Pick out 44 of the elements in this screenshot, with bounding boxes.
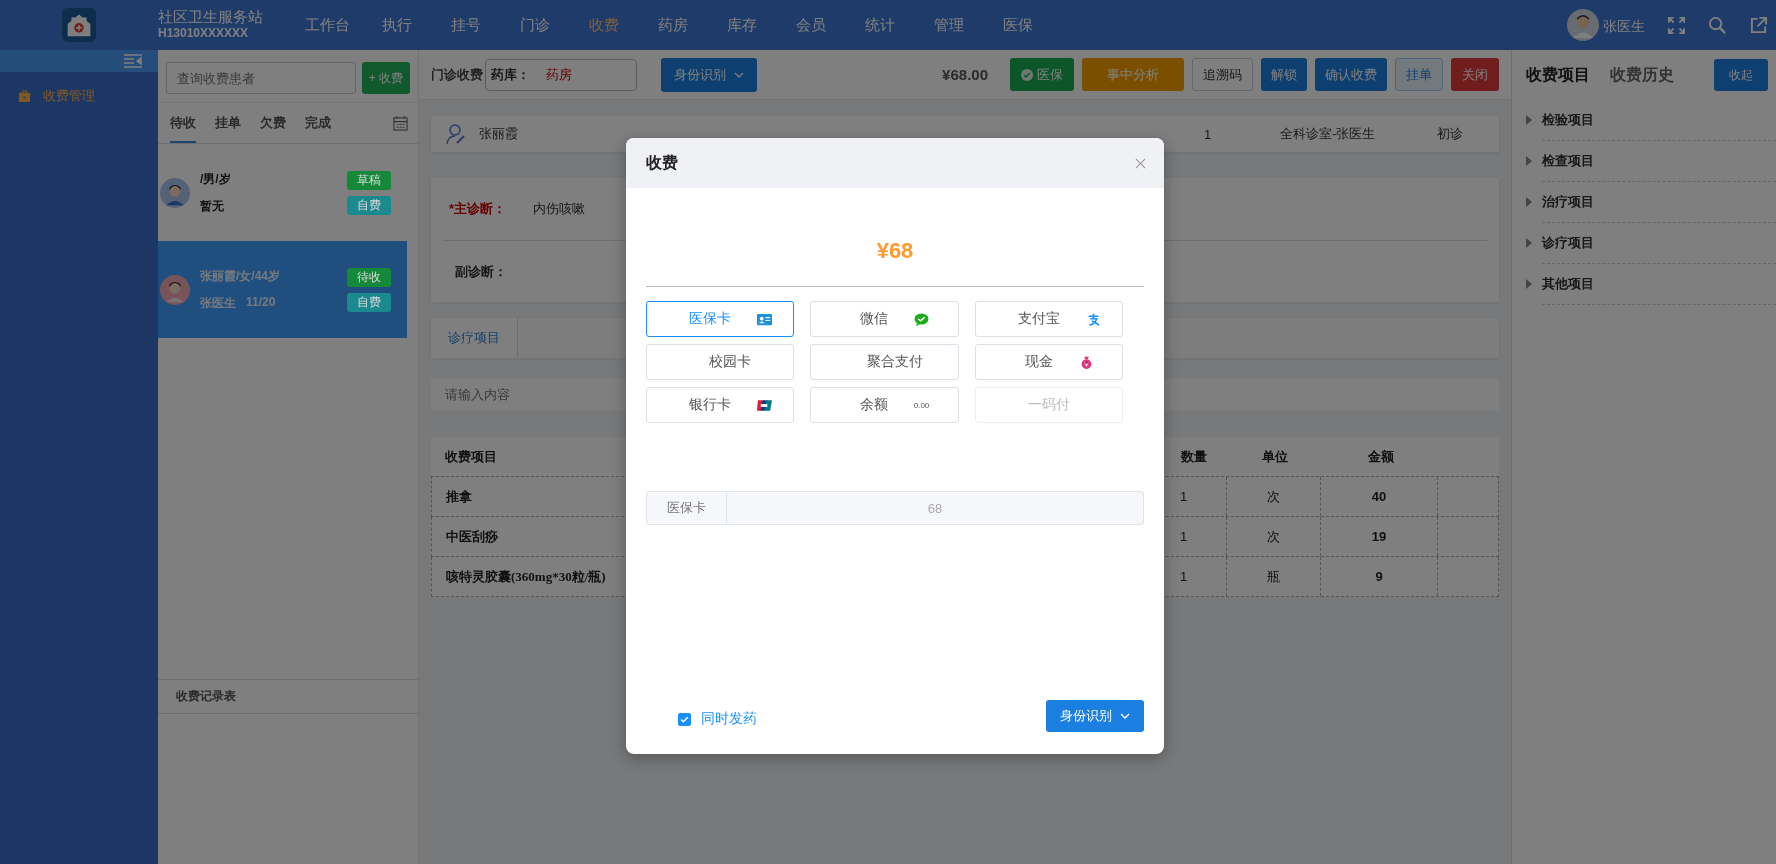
sidebar-item-label: 收费管理 [43, 87, 95, 105]
category-label: 诊疗项目 [1542, 234, 1594, 252]
category-label: 检查项目 [1542, 152, 1594, 170]
charge-amount: ¥68 [876, 238, 914, 264]
payment-amount-value: 68 [926, 499, 944, 518]
checkbox-label: 同时发药 [701, 710, 757, 728]
main-diagnosis-value: 内伤咳嗽 [533, 200, 585, 218]
column-header: 金额 [1366, 447, 1395, 466]
patient-info-field: 初诊 [1437, 125, 1485, 143]
column-header: 收费项目 [444, 447, 498, 466]
column-header: 单位 [1261, 447, 1289, 466]
table-cell: 瓶 [1227, 557, 1321, 596]
main-diagnosis-label: *主诊断： [449, 200, 508, 218]
secondary-diagnosis-label: 副诊断： [455, 263, 508, 281]
balance-amount: 0.00 [913, 400, 930, 410]
pharmacy-label: 药库： [491, 65, 531, 84]
patient-info-field: 全科诊室-张医生 [1280, 125, 1437, 143]
total-amount: ¥68.00 [942, 66, 988, 83]
patient-summary: 张丽霞/女/44岁 [200, 267, 281, 285]
table-cell: 19 [1321, 517, 1438, 556]
patient-doctor: 张医生 [200, 294, 236, 312]
category-label: 治疗项目 [1542, 193, 1594, 211]
status-tag: 自费 [347, 292, 391, 312]
status-tag: 自费 [347, 195, 391, 215]
pharmacy-value: 药房 [546, 65, 572, 84]
table-cell: 次 [1227, 477, 1321, 516]
table-cell: 次 [1227, 517, 1321, 556]
page-title: 门诊收费 [431, 65, 483, 84]
clinic-code: H13010XXXXXX [158, 25, 250, 41]
visit-date: 11/20 [246, 294, 276, 311]
patient-name: 张丽霞 [479, 125, 518, 143]
column-header: 数量 [1180, 447, 1208, 466]
status-tag: 草稿 [347, 170, 391, 190]
category-label: 检验项目 [1542, 111, 1594, 129]
patient-summary: /男/岁 [200, 170, 232, 188]
dialog-title: 收费 [646, 152, 678, 173]
clinic-name: 社区卫生服务站 [158, 9, 264, 25]
table-cell: 9 [1321, 557, 1438, 596]
table-cell: 40 [1321, 477, 1438, 516]
category-label: 其他项目 [1542, 275, 1594, 293]
patient-info-field: 1 [1204, 126, 1280, 142]
patient-doctor: 暂无 [200, 197, 224, 215]
status-tag: 待收 [347, 267, 391, 287]
payment-method-label: 医保卡 [647, 492, 727, 524]
